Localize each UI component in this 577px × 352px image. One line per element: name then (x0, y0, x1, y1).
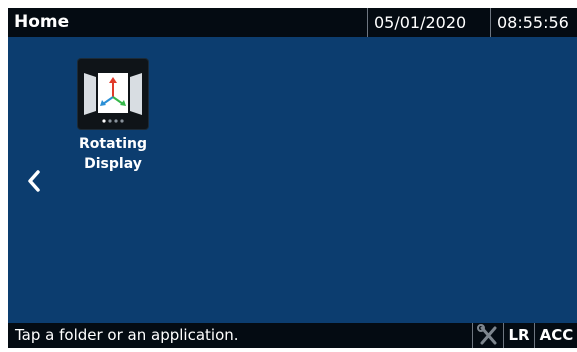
status-text: Tap a folder or an application. (15, 326, 239, 344)
app-rotating-display[interactable]: Rotating Display (74, 59, 152, 179)
app-label: Rotating Display (68, 134, 158, 174)
status-bar: Tap a folder or an application. LR ACC (8, 323, 577, 348)
acc-indicator[interactable]: ACC (534, 323, 577, 348)
time-display: 08:55:56 (490, 8, 577, 37)
chevron-left-icon[interactable] (24, 168, 44, 194)
date-display: 05/01/2020 (367, 8, 490, 37)
page-title: Home (14, 12, 70, 32)
rotating-display-icon (78, 59, 148, 129)
header-bar: Home 05/01/2020 08:55:56 (8, 8, 577, 37)
wrench-screwdriver-icon[interactable] (472, 323, 504, 348)
lr-indicator[interactable]: LR (503, 323, 534, 348)
home-screen: Home 05/01/2020 08:55:56 Rotating Displa… (8, 8, 577, 348)
app-label-line1: Rotating (78, 136, 148, 152)
app-label-line2: Display (84, 156, 142, 172)
